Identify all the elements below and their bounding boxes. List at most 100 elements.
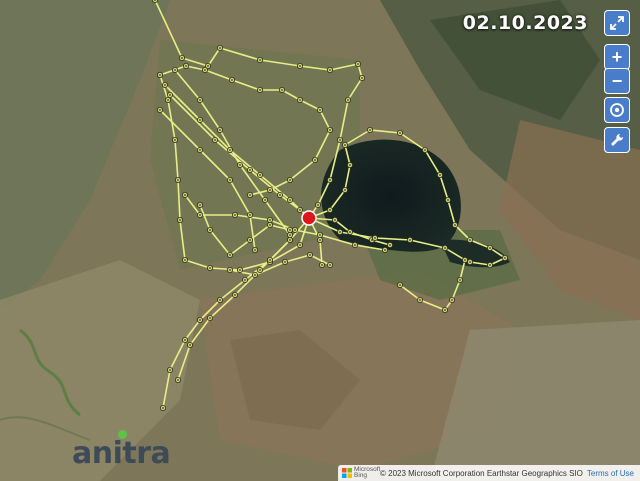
gps-fix-marker[interactable] <box>278 87 285 94</box>
gps-fix-marker[interactable] <box>358 75 365 82</box>
gps-fix-marker[interactable] <box>156 72 163 79</box>
gps-fix-marker[interactable] <box>466 258 473 265</box>
gps-fix-marker[interactable] <box>166 366 173 373</box>
gps-fix-marker[interactable] <box>326 127 333 134</box>
gps-fix-marker[interactable] <box>444 196 451 203</box>
gps-fix-marker[interactable] <box>181 336 188 343</box>
gps-fix-marker[interactable] <box>316 107 323 114</box>
gps-fix-marker[interactable] <box>226 266 233 273</box>
gps-fix-marker[interactable] <box>231 291 238 298</box>
gps-fix-marker[interactable] <box>216 127 223 134</box>
gps-fix-marker[interactable] <box>486 244 493 251</box>
gps-fix-marker[interactable] <box>366 127 373 134</box>
gps-fix-marker[interactable] <box>174 376 181 383</box>
gps-fix-marker[interactable] <box>451 221 458 228</box>
gps-fix-marker[interactable] <box>246 166 253 173</box>
gps-fix-marker[interactable] <box>346 228 353 235</box>
gps-fix-marker[interactable] <box>351 241 358 248</box>
gps-fix-marker[interactable] <box>159 404 166 411</box>
gps-fix-marker[interactable] <box>196 201 203 208</box>
gps-fix-marker[interactable] <box>296 241 303 248</box>
gps-fix-marker[interactable] <box>281 258 288 265</box>
gps-fix-marker[interactable] <box>286 226 293 233</box>
gps-fix-marker[interactable] <box>231 211 238 218</box>
gps-fix-marker[interactable] <box>216 45 223 52</box>
gps-fix-marker[interactable] <box>436 171 443 178</box>
gps-fix-marker[interactable] <box>196 146 203 153</box>
gps-fix-marker[interactable] <box>178 55 185 62</box>
gps-fix-marker[interactable] <box>176 216 183 223</box>
terms-of-use-link[interactable]: Terms of Use <box>587 469 634 478</box>
gps-fix-marker[interactable] <box>246 211 253 218</box>
gps-fix-marker[interactable] <box>341 186 348 193</box>
gps-fix-marker[interactable] <box>196 117 203 124</box>
gps-fix-marker[interactable] <box>286 176 293 183</box>
gps-fix-marker[interactable] <box>236 266 243 273</box>
gps-fix-marker[interactable] <box>206 264 213 271</box>
gps-fix-marker[interactable] <box>226 176 233 183</box>
gps-fix-marker[interactable] <box>331 216 338 223</box>
gps-fix-marker[interactable] <box>381 246 388 253</box>
gps-fix-marker[interactable] <box>326 261 333 268</box>
gps-fix-marker[interactable] <box>386 241 393 248</box>
gps-fix-marker[interactable] <box>306 251 313 258</box>
gps-fix-marker[interactable] <box>486 261 493 268</box>
gps-fix-marker[interactable] <box>186 341 193 348</box>
gps-fix-marker[interactable] <box>286 236 293 243</box>
gps-fix-marker[interactable] <box>326 206 333 213</box>
current-position-marker[interactable] <box>301 210 317 226</box>
gps-fix-marker[interactable] <box>181 191 188 198</box>
gps-fix-marker[interactable] <box>164 97 171 104</box>
gps-fix-marker[interactable] <box>344 97 351 104</box>
gps-fix-marker[interactable] <box>354 61 361 68</box>
gps-fix-marker[interactable] <box>286 196 293 203</box>
gps-fix-marker[interactable] <box>226 146 233 153</box>
gps-fix-marker[interactable] <box>296 206 303 213</box>
gps-fix-marker[interactable] <box>286 231 293 238</box>
gps-fix-marker[interactable] <box>466 236 473 243</box>
gps-fix-marker[interactable] <box>326 67 333 74</box>
gps-fix-marker[interactable] <box>336 136 343 143</box>
locate-button[interactable] <box>604 97 630 123</box>
gps-fix-marker[interactable] <box>296 97 303 104</box>
gps-fix-marker[interactable] <box>181 256 188 263</box>
gps-fix-marker[interactable] <box>421 146 428 153</box>
gps-fix-marker[interactable] <box>314 201 321 208</box>
gps-fix-marker[interactable] <box>318 261 325 268</box>
fullscreen-button[interactable] <box>604 10 630 36</box>
gps-fix-marker[interactable] <box>256 57 263 64</box>
gps-fix-marker[interactable] <box>256 171 263 178</box>
gps-fix-marker[interactable] <box>236 161 243 168</box>
gps-fix-marker[interactable] <box>196 211 203 218</box>
zoom-out-button[interactable]: − <box>604 68 630 94</box>
gps-fix-marker[interactable] <box>182 63 189 70</box>
gps-fix-marker[interactable] <box>326 176 333 183</box>
gps-fix-marker[interactable] <box>416 296 423 303</box>
gps-fix-marker[interactable] <box>341 141 348 148</box>
gps-fix-marker[interactable] <box>201 67 208 74</box>
gps-fix-marker[interactable] <box>456 276 463 283</box>
gps-fix-marker[interactable] <box>266 186 273 193</box>
gps-fix-marker[interactable] <box>246 236 253 243</box>
gps-fix-marker[interactable] <box>196 97 203 104</box>
gps-fix-marker[interactable] <box>336 228 343 235</box>
satellite-map[interactable]: 02.10.2023 + − anitra Microsoft Bing © 2… <box>0 0 640 481</box>
gps-fix-marker[interactable] <box>371 234 378 241</box>
gps-fix-marker[interactable] <box>156 107 163 114</box>
gps-fix-marker[interactable] <box>256 87 263 94</box>
gps-fix-marker[interactable] <box>206 226 213 233</box>
gps-fix-marker[interactable] <box>266 256 273 263</box>
gps-fix-marker[interactable] <box>316 236 323 243</box>
gps-fix-marker[interactable] <box>261 196 268 203</box>
gps-fix-marker[interactable] <box>266 221 273 228</box>
gps-fix-marker[interactable] <box>171 136 178 143</box>
gps-fix-marker[interactable] <box>152 0 158 3</box>
gps-fix-marker[interactable] <box>161 82 168 89</box>
gps-fix-marker[interactable] <box>246 191 253 198</box>
gps-fix-marker[interactable] <box>396 281 403 288</box>
gps-fix-marker[interactable] <box>346 161 353 168</box>
gps-fix-marker[interactable] <box>291 226 298 233</box>
gps-fix-marker[interactable] <box>311 156 318 163</box>
gps-fix-marker[interactable] <box>256 266 263 273</box>
gps-fix-marker[interactable] <box>296 63 303 70</box>
